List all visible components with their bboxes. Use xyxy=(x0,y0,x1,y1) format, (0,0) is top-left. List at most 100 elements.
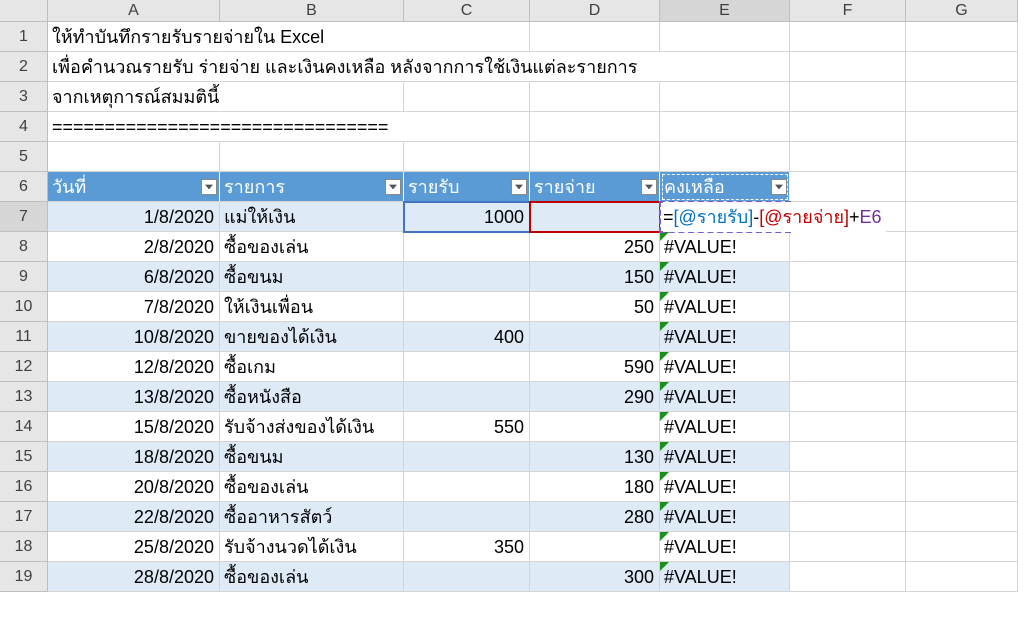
cell-D10[interactable]: 50 xyxy=(530,292,660,322)
cell-D1[interactable] xyxy=(530,22,660,52)
cell-E1[interactable] xyxy=(660,22,790,52)
col-header-C[interactable]: C xyxy=(404,0,530,22)
row-header-14[interactable]: 14 xyxy=(0,412,48,442)
cell-A10[interactable]: 7/8/2020 xyxy=(48,292,220,322)
cell-F16[interactable] xyxy=(790,472,906,502)
cell-A1[interactable]: ให้ทำบันทึกรายรับรายจ่ายใน Excel xyxy=(48,22,220,52)
cell-A3[interactable]: จากเหตุการณ์สมมตินี้ xyxy=(48,82,220,112)
cell-D16[interactable]: 180 xyxy=(530,472,660,502)
row-header-1[interactable]: 1 xyxy=(0,22,48,52)
cell-C10[interactable] xyxy=(404,292,530,322)
cell-E14[interactable]: #VALUE! xyxy=(660,412,790,442)
col-header-G[interactable]: G xyxy=(906,0,1018,22)
cell-C16[interactable] xyxy=(404,472,530,502)
cell-C11[interactable]: 400 xyxy=(404,322,530,352)
cell-G19[interactable] xyxy=(906,562,1018,592)
row-header-11[interactable]: 11 xyxy=(0,322,48,352)
row-header-2[interactable]: 2 xyxy=(0,52,48,82)
cell-B12[interactable]: ซื้อเกม xyxy=(220,352,404,382)
table-header-expense[interactable]: รายจ่าย xyxy=(530,172,660,202)
cell-A5[interactable] xyxy=(48,142,220,172)
cell-C17[interactable] xyxy=(404,502,530,532)
table-header-income[interactable]: รายรับ xyxy=(404,172,530,202)
row-header-8[interactable]: 8 xyxy=(0,232,48,262)
row-header-12[interactable]: 12 xyxy=(0,352,48,382)
cell-B7[interactable]: แม่ให้เงิน xyxy=(220,202,404,232)
row-header-9[interactable]: 9 xyxy=(0,262,48,292)
cell-G8[interactable] xyxy=(906,232,1018,262)
cell-F11[interactable] xyxy=(790,322,906,352)
row-header-15[interactable]: 15 xyxy=(0,442,48,472)
cell-F18[interactable] xyxy=(790,532,906,562)
cell-G4[interactable] xyxy=(906,112,1018,142)
cell-G13[interactable] xyxy=(906,382,1018,412)
cell-E19[interactable]: #VALUE! xyxy=(660,562,790,592)
cell-C9[interactable] xyxy=(404,262,530,292)
cell-G6[interactable] xyxy=(906,172,1018,202)
filter-dropdown-icon[interactable] xyxy=(201,179,217,195)
cell-C12[interactable] xyxy=(404,352,530,382)
cell-E2[interactable] xyxy=(660,52,790,82)
cell-E12[interactable]: #VALUE! xyxy=(660,352,790,382)
row-header-17[interactable]: 17 xyxy=(0,502,48,532)
cell-D9[interactable]: 150 xyxy=(530,262,660,292)
cell-D4[interactable] xyxy=(530,112,660,142)
cell-B4[interactable] xyxy=(220,112,404,142)
cell-G18[interactable] xyxy=(906,532,1018,562)
cell-D5[interactable] xyxy=(530,142,660,172)
cell-A18[interactable]: 25/8/2020 xyxy=(48,532,220,562)
cell-B15[interactable]: ซื้อขนม xyxy=(220,442,404,472)
cell-C15[interactable] xyxy=(404,442,530,472)
cell-F8[interactable] xyxy=(790,232,906,262)
cell-C5[interactable] xyxy=(404,142,530,172)
cell-B10[interactable]: ให้เงินเพื่อน xyxy=(220,292,404,322)
table-header-item[interactable]: รายการ xyxy=(220,172,404,202)
cell-D15[interactable]: 130 xyxy=(530,442,660,472)
row-header-4[interactable]: 4 xyxy=(0,112,48,142)
cell-B13[interactable]: ซื้อหนังสือ xyxy=(220,382,404,412)
cell-A13[interactable]: 13/8/2020 xyxy=(48,382,220,412)
cell-E11[interactable]: #VALUE! xyxy=(660,322,790,352)
col-header-A[interactable]: A xyxy=(48,0,220,22)
cell-E18[interactable]: #VALUE! xyxy=(660,532,790,562)
select-all-corner[interactable] xyxy=(0,0,48,22)
cell-G14[interactable] xyxy=(906,412,1018,442)
cell-B19[interactable]: ซื้อของเล่น xyxy=(220,562,404,592)
table-header-balance[interactable]: คงเหลือ xyxy=(660,172,790,202)
cell-A16[interactable]: 20/8/2020 xyxy=(48,472,220,502)
cell-E3[interactable] xyxy=(660,82,790,112)
col-header-D[interactable]: D xyxy=(530,0,660,22)
cell-A12[interactable]: 12/8/2020 xyxy=(48,352,220,382)
cell-B14[interactable]: รับจ้างส่งของได้เงิน xyxy=(220,412,404,442)
filter-dropdown-icon[interactable] xyxy=(641,179,657,195)
cell-B3[interactable] xyxy=(220,82,404,112)
cell-F10[interactable] xyxy=(790,292,906,322)
cell-B11[interactable]: ขายของได้เงิน xyxy=(220,322,404,352)
row-header-18[interactable]: 18 xyxy=(0,532,48,562)
cell-B17[interactable]: ซื้ออาหารสัตว์ xyxy=(220,502,404,532)
cell-C14[interactable]: 550 xyxy=(404,412,530,442)
cell-D17[interactable]: 280 xyxy=(530,502,660,532)
cell-F2[interactable] xyxy=(790,52,906,82)
cell-A14[interactable]: 15/8/2020 xyxy=(48,412,220,442)
row-header-7[interactable]: 7 xyxy=(0,202,48,232)
row-header-3[interactable]: 3 xyxy=(0,82,48,112)
cell-E5[interactable] xyxy=(660,142,790,172)
cell-F4[interactable] xyxy=(790,112,906,142)
cell-A19[interactable]: 28/8/2020 xyxy=(48,562,220,592)
cell-D18[interactable] xyxy=(530,532,660,562)
cell-G15[interactable] xyxy=(906,442,1018,472)
cell-E15[interactable]: #VALUE! xyxy=(660,442,790,472)
filter-dropdown-icon[interactable] xyxy=(385,179,401,195)
cell-B9[interactable]: ซื้อขนม xyxy=(220,262,404,292)
cell-F9[interactable] xyxy=(790,262,906,292)
cell-G17[interactable] xyxy=(906,502,1018,532)
cell-D19[interactable]: 300 xyxy=(530,562,660,592)
col-header-B[interactable]: B xyxy=(220,0,404,22)
cell-G9[interactable] xyxy=(906,262,1018,292)
cell-B5[interactable] xyxy=(220,142,404,172)
filter-dropdown-icon[interactable] xyxy=(771,179,787,195)
cell-G2[interactable] xyxy=(906,52,1018,82)
cell-A9[interactable]: 6/8/2020 xyxy=(48,262,220,292)
cell-F13[interactable] xyxy=(790,382,906,412)
